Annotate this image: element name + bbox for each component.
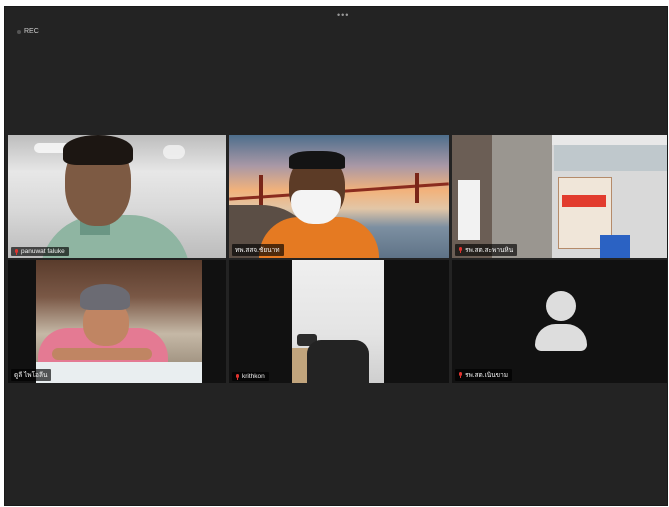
meeting-window: ••• REC panuwat faluke ทพ.สสจ.ชัยนาท รพ.… [4,6,668,506]
muted-mic-icon [458,247,462,253]
participant-name: ทพ.สสจ.ชัยนาท [235,247,280,254]
participant-name: ดูลี ไพโอลีน [14,372,48,379]
muted-mic-icon [235,373,239,380]
participant-name-tag: รพ.สต.สะพานหิน [455,244,518,256]
recording-indicator: REC [17,28,39,35]
participant-name: รพ.สต.เนินขาม [465,372,509,379]
video-tile-participant-5[interactable]: krithkon [229,260,449,383]
record-dot-icon [17,29,21,34]
participant-name: krithkon [242,373,265,380]
participant-name-tag: ทพ.สสจ.ชัยนาท [232,244,284,256]
more-dots-icon[interactable]: ••• [337,11,349,20]
participant-name-tag: panuwat faluke [11,247,69,256]
video-tile-participant-2[interactable]: ทพ.สสจ.ชัยนาท [229,135,449,258]
participant-name: รพ.สต.สะพานหิน [465,247,514,254]
video-tile-participant-6[interactable]: รพ.สต.เนินขาม [452,260,667,383]
video-tile-participant-1[interactable]: panuwat faluke [8,135,226,258]
video-tile-participant-4[interactable]: ดูลี ไพโอลีน [8,260,226,383]
participant-name-tag: ดูลี ไพโอลีน [11,369,52,381]
video-tile-participant-3[interactable]: รพ.สต.สะพานหิน [452,135,667,258]
participant-name-tag: krithkon [232,372,269,381]
participant-name-tag: รพ.สต.เนินขาม [455,369,513,381]
video-off-background [452,260,667,383]
participant-name: panuwat faluke [21,248,65,255]
muted-mic-icon [458,372,462,378]
recording-label: REC [24,28,39,35]
muted-mic-icon [14,248,18,255]
